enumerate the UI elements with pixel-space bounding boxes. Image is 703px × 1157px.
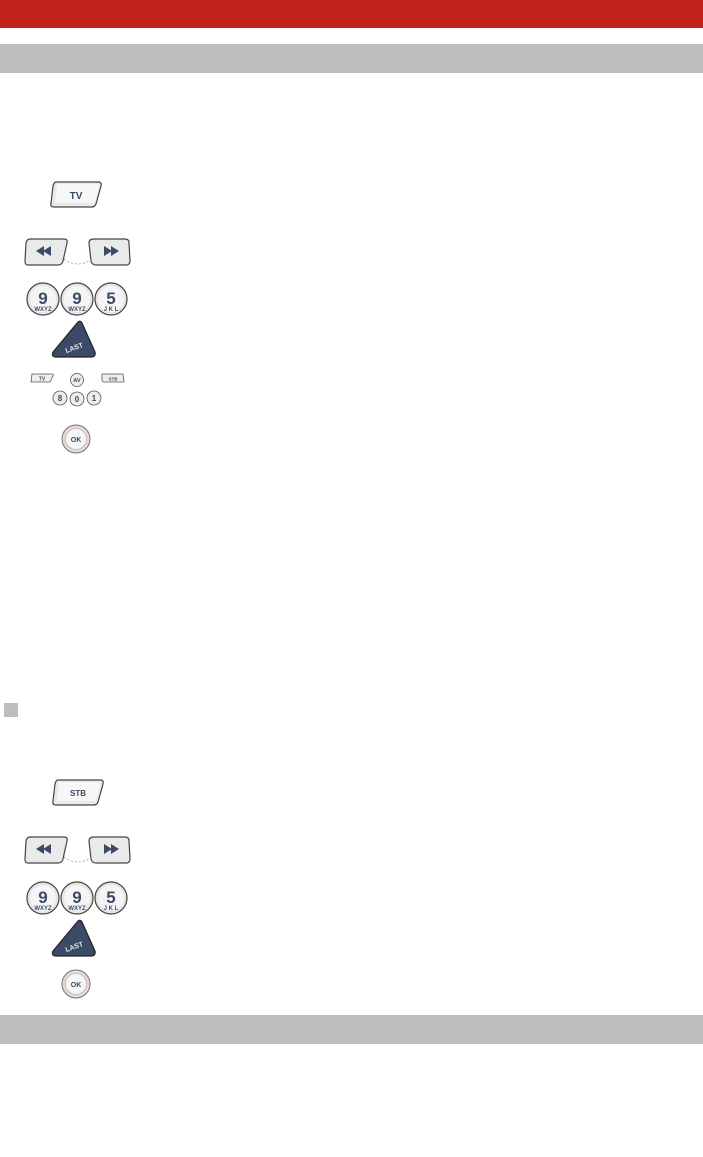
- ok-key[interactable]: OK: [60, 423, 92, 455]
- subsection-marker: [4, 703, 18, 717]
- header-bar: [0, 0, 703, 28]
- section-header-bar: [0, 44, 703, 73]
- svg-text:5: 5: [106, 289, 115, 308]
- svg-text:9: 9: [38, 289, 47, 308]
- fast-forward-button[interactable]: [88, 238, 131, 266]
- digit-key-5[interactable]: 5 J K L: [94, 282, 128, 316]
- mini-digit-0[interactable]: 0: [69, 391, 85, 407]
- ok-key-2[interactable]: OK: [60, 968, 92, 1000]
- mini-keys-diagram: TV AV STB 8 0 1: [30, 373, 125, 407]
- digit-key-5[interactable]: 5 J K L: [94, 881, 128, 915]
- swap-arrow-icon: [63, 258, 93, 265]
- svg-text:9: 9: [72, 888, 81, 907]
- mini-digit-1[interactable]: 1: [86, 390, 102, 406]
- digit-key-9[interactable]: 9 WXYZ: [60, 881, 94, 915]
- svg-text:J K L: J K L: [104, 307, 119, 313]
- svg-text:STB: STB: [109, 377, 119, 382]
- tv-key-label: TV: [70, 191, 83, 202]
- svg-text:WXYZ: WXYZ: [34, 307, 52, 313]
- svg-text:1: 1: [92, 394, 97, 403]
- digit-key-9[interactable]: 9 WXYZ: [60, 282, 94, 316]
- svg-text:WXYZ: WXYZ: [34, 906, 52, 912]
- ok-key-label: OK: [71, 982, 82, 989]
- mini-digit-8[interactable]: 8: [52, 390, 68, 406]
- svg-text:8: 8: [58, 394, 63, 403]
- digit-key-9[interactable]: 9 WXYZ: [26, 282, 60, 316]
- svg-text:AV: AV: [73, 378, 81, 384]
- rewind-button[interactable]: [24, 238, 68, 266]
- stb-key-label: STB: [70, 789, 86, 798]
- channel-nav-keys-2: [24, 836, 131, 864]
- svg-text:5: 5: [106, 888, 115, 907]
- svg-text:J K L: J K L: [104, 906, 119, 912]
- swap-arrow-icon: [63, 856, 93, 863]
- mini-tv-key[interactable]: TV: [30, 373, 54, 383]
- svg-text:9: 9: [72, 289, 81, 308]
- svg-text:TV: TV: [39, 377, 46, 383]
- last-key-2[interactable]: LAST: [50, 919, 98, 959]
- channel-nav-keys: [24, 238, 131, 266]
- svg-text:WXYZ: WXYZ: [68, 307, 86, 313]
- digit-keys-2: 9 WXYZ 9 WXYZ 5 J K L: [26, 881, 128, 915]
- svg-text:WXYZ: WXYZ: [68, 906, 86, 912]
- digit-keys: 9 WXYZ 9 WXYZ 5 J K L: [26, 282, 128, 316]
- section-header-bar-2: [0, 1015, 703, 1044]
- svg-text:0: 0: [75, 395, 80, 404]
- last-key[interactable]: LAST: [50, 320, 98, 360]
- digit-key-9[interactable]: 9 WXYZ: [26, 881, 60, 915]
- tv-key[interactable]: TV: [48, 178, 104, 210]
- svg-text:9: 9: [38, 888, 47, 907]
- mini-stb-key[interactable]: STB: [101, 373, 125, 383]
- rewind-button[interactable]: [24, 836, 68, 864]
- mini-av-key[interactable]: AV: [70, 373, 84, 387]
- ok-key-label: OK: [71, 437, 82, 444]
- fast-forward-button[interactable]: [88, 836, 131, 864]
- stb-key[interactable]: STB: [50, 776, 106, 808]
